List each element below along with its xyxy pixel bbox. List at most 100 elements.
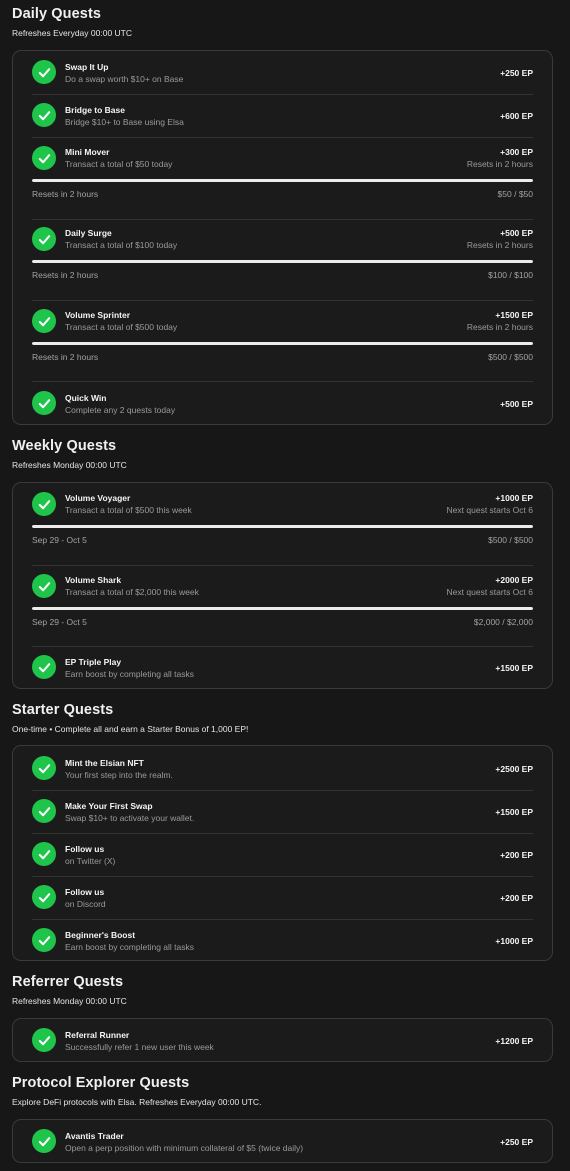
starter-quests-title: Starter Quests bbox=[12, 702, 114, 718]
quest-ep-triple-play[interactable]: EP Triple Play Earn boost by completing … bbox=[32, 655, 533, 681]
quest-title: Follow us bbox=[65, 844, 105, 854]
check-circle-icon bbox=[32, 756, 56, 780]
quest-swap-it-up[interactable]: Swap It Up Do a swap worth $10+ on Base … bbox=[32, 60, 533, 86]
quest-volume-shark[interactable]: Volume Shark Transact a total of $2,000 … bbox=[32, 574, 533, 629]
progress-bar-fill bbox=[32, 525, 533, 528]
quest-reward: +1500 EP bbox=[495, 663, 533, 673]
quest-reset-note: Resets in 2 hours bbox=[466, 240, 533, 250]
quest-mini-mover[interactable]: Mini Mover Transact a total of $50 today… bbox=[32, 146, 533, 201]
quest-title: Beginner's Boost bbox=[65, 930, 136, 940]
quest-description: Successfully refer 1 new user this week bbox=[65, 1042, 214, 1052]
weekly-quests-card: Volume Voyager Transact a total of $500 … bbox=[12, 482, 553, 689]
quest-title: EP Triple Play bbox=[65, 657, 122, 667]
progress-bar bbox=[32, 179, 533, 182]
quest-reset-note: Resets in 2 hours bbox=[466, 322, 533, 332]
quest-volume-voyager[interactable]: Volume Voyager Transact a total of $500 … bbox=[32, 492, 533, 547]
quest-reward: +2500 EP bbox=[495, 764, 533, 774]
quest-reset-note: Resets in 2 hours bbox=[466, 159, 533, 169]
protocol-quests-card: Avantis Trader Open a perp position with… bbox=[12, 1119, 553, 1163]
quest-reward: +300 EP bbox=[500, 147, 533, 157]
quest-description: Earn boost by completing all tasks bbox=[65, 669, 194, 679]
protocol-quests-title: Protocol Explorer Quests bbox=[12, 1075, 190, 1091]
quest-description: Transact a total of $500 today bbox=[65, 322, 178, 332]
check-circle-icon bbox=[32, 574, 56, 598]
quest-description: Complete any 2 quests today bbox=[65, 405, 176, 415]
quest-referral-runner[interactable]: Referral Runner Successfully refer 1 new… bbox=[32, 1028, 533, 1054]
quest-title: Swap It Up bbox=[65, 62, 109, 72]
quest-reward: +1000 EP bbox=[495, 936, 533, 946]
quest-volume-sprinter[interactable]: Volume Sprinter Transact a total of $500… bbox=[32, 309, 533, 364]
check-circle-icon bbox=[32, 799, 56, 823]
quest-description: on Discord bbox=[65, 899, 106, 909]
quest-reward: +500 EP bbox=[500, 228, 533, 238]
quest-reward: +1500 EP bbox=[495, 310, 533, 320]
quest-reward: +200 EP bbox=[500, 850, 533, 860]
quest-follow-twitter[interactable]: Follow us on Twitter (X) +200 EP bbox=[32, 842, 533, 868]
quest-reward: +2000 EP bbox=[495, 575, 533, 585]
quest-title: Avantis Trader bbox=[65, 1131, 124, 1141]
daily-quests-card: Swap It Up Do a swap worth $10+ on Base … bbox=[12, 50, 553, 425]
check-circle-icon bbox=[32, 60, 56, 84]
check-circle-icon bbox=[32, 928, 56, 952]
quest-mint-elsian-nft[interactable]: Mint the Elsian NFT Your first step into… bbox=[32, 756, 533, 782]
progress-bar-fill bbox=[32, 607, 533, 610]
quest-reward: +1000 EP bbox=[495, 493, 533, 503]
divider bbox=[32, 919, 533, 920]
check-circle-icon bbox=[32, 103, 56, 127]
quest-next-note: Next quest starts Oct 6 bbox=[446, 505, 533, 515]
divider bbox=[32, 300, 533, 301]
progress-bar bbox=[32, 607, 533, 610]
progress-date-range: Sep 29 - Oct 5 bbox=[32, 617, 87, 627]
referrer-quests-card: Referral Runner Successfully refer 1 new… bbox=[12, 1018, 553, 1062]
check-circle-icon bbox=[32, 309, 56, 333]
starter-quests-card: Mint the Elsian NFT Your first step into… bbox=[12, 745, 553, 961]
quest-title: Volume Sprinter bbox=[65, 310, 131, 320]
quest-quick-win[interactable]: Quick Win Complete any 2 quests today +5… bbox=[32, 391, 533, 417]
quest-description: Transact a total of $500 this week bbox=[65, 505, 192, 515]
progress-reset-label: Resets in 2 hours bbox=[32, 270, 99, 280]
check-circle-icon bbox=[32, 227, 56, 251]
progress-bar bbox=[32, 342, 533, 345]
quest-bridge-to-base[interactable]: Bridge to Base Bridge $10+ to Base using… bbox=[32, 103, 533, 129]
divider bbox=[32, 833, 533, 834]
quest-description: Do a swap worth $10+ on Base bbox=[65, 74, 184, 84]
divider bbox=[32, 381, 533, 382]
quest-make-first-swap[interactable]: Make Your First Swap Swap $10+ to activa… bbox=[32, 799, 533, 825]
progress-reset-label: Resets in 2 hours bbox=[32, 189, 99, 199]
check-circle-icon bbox=[32, 391, 56, 415]
progress-value: $100 / $100 bbox=[488, 270, 533, 280]
quest-reward: +600 EP bbox=[500, 111, 533, 121]
quest-beginners-boost[interactable]: Beginner's Boost Earn boost by completin… bbox=[32, 928, 533, 954]
progress-value: $2,000 / $2,000 bbox=[473, 617, 533, 627]
divider bbox=[32, 565, 533, 566]
quest-next-note: Next quest starts Oct 6 bbox=[446, 587, 533, 597]
quest-description: Swap $10+ to activate your wallet. bbox=[65, 813, 195, 823]
quest-daily-surge[interactable]: Daily Surge Transact a total of $100 tod… bbox=[32, 227, 533, 282]
progress-value: $500 / $500 bbox=[488, 352, 533, 362]
daily-quests-subtitle: Refreshes Everyday 00:00 UTC bbox=[12, 28, 132, 38]
starter-quests-subtitle: One-time • Complete all and earn a Start… bbox=[12, 724, 249, 734]
quest-title: Mint the Elsian NFT bbox=[65, 758, 144, 768]
quest-title: Referral Runner bbox=[65, 1030, 130, 1040]
progress-bar-fill bbox=[32, 260, 533, 263]
quest-avantis-trader[interactable]: Avantis Trader Open a perp position with… bbox=[32, 1129, 533, 1155]
check-circle-icon bbox=[32, 146, 56, 170]
weekly-quests-title: Weekly Quests bbox=[12, 438, 117, 454]
divider bbox=[32, 94, 533, 95]
weekly-quests-subtitle: Refreshes Monday 00:00 UTC bbox=[12, 460, 127, 470]
quest-follow-discord[interactable]: Follow us on Discord +200 EP bbox=[32, 885, 533, 911]
quest-title: Mini Mover bbox=[65, 147, 110, 157]
check-circle-icon bbox=[32, 492, 56, 516]
quest-title: Daily Surge bbox=[65, 228, 112, 238]
check-circle-icon bbox=[32, 842, 56, 866]
quest-title: Volume Voyager bbox=[65, 493, 131, 503]
divider bbox=[32, 219, 533, 220]
check-circle-icon bbox=[32, 655, 56, 679]
progress-value: $500 / $500 bbox=[488, 535, 533, 545]
check-circle-icon bbox=[32, 1129, 56, 1153]
progress-date-range: Sep 29 - Oct 5 bbox=[32, 535, 87, 545]
quest-title: Quick Win bbox=[65, 393, 107, 403]
quest-reward: +250 EP bbox=[500, 1137, 533, 1147]
quest-description: Your first step into the realm. bbox=[65, 770, 173, 780]
quest-description: on Twitter (X) bbox=[65, 856, 116, 866]
